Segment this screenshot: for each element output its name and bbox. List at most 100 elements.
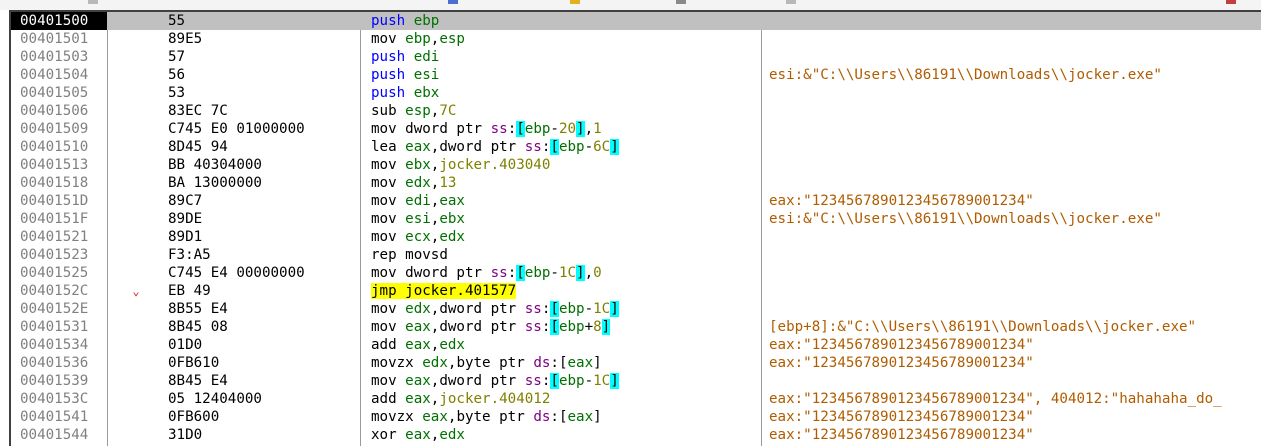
instruction-token: ds [533,355,551,371]
instruction-cell[interactable]: lea eax,dword ptr ss:[ebp-6C] [371,138,619,156]
toolbar-icon[interactable] [448,0,458,4]
instruction-cell[interactable]: mov esi,ebx [371,210,465,228]
instruction-token: jmp [371,283,397,299]
disassembly-row[interactable]: 00401536 0FB610 movzx edx,byte ptr ds:[eax… [11,354,1261,372]
instruction-token [397,373,406,389]
instruction-cell[interactable]: mov ebp,esp [371,30,465,48]
instruction-cell[interactable]: push ebx [371,84,439,102]
disassembly-row[interactable]: 00401521 89D1 mov ecx,edx [11,228,1261,246]
address-cell[interactable]: 0040152E [11,300,107,318]
toolbar-icon[interactable] [570,0,580,4]
instruction-token: esp [405,103,431,119]
address-cell[interactable]: 00401531 [11,318,107,336]
disassembly-row[interactable]: 00401518 BA 13000000 mov edx,13 [11,174,1261,192]
address-cell[interactable]: 0040151F [11,210,107,228]
address-cell[interactable]: 00401541 [11,408,107,426]
address-cell[interactable]: 00401500 [11,12,107,30]
instruction-cell[interactable]: movzx edx,byte ptr ds:[eax] [371,354,602,372]
instruction-token: lea [371,139,397,155]
disassembly-row[interactable]: 00401523 F3:A5 rep movsd [11,246,1261,264]
disassembly-row[interactable]: 00401505 53 push ebx [11,84,1261,102]
address-cell[interactable]: 0040153C [11,390,107,408]
instruction-token: jocker.401577 [405,283,517,299]
instruction-cell[interactable]: add eax,jocker.404012 [371,390,550,408]
disassembly-row[interactable]: 00401510 8D45 94 lea eax,dword ptr ss:[ebp… [11,138,1261,156]
instruction-token: esi [413,67,440,83]
address-cell[interactable]: 00401510 [11,138,107,156]
disassembly-row[interactable]: 00401541 0FB600 movzx eax,byte ptr ds:[eax… [11,408,1261,426]
disassembly-row[interactable]: 00401531 8B45 08 mov eax,dword ptr ss:[ebp… [11,318,1261,336]
disassembly-row[interactable]: 00401501 89E5 mov ebp,esp [11,30,1261,48]
instruction-cell[interactable]: rep movsd [371,246,448,264]
branch-arrow-icon [129,318,143,336]
instruction-token [397,31,406,47]
instruction-cell[interactable]: mov eax,dword ptr ss:[ebp-1C] [371,372,619,390]
disassembly-row[interactable]: 00401539 8B45 E4 mov eax,dword ptr ss:[ebp… [11,372,1261,390]
instruction-token [405,85,414,101]
instruction-cell[interactable]: movzx eax,byte ptr ds:[eax] [371,408,602,426]
instruction-cell[interactable]: push ebp [371,12,439,30]
address-cell[interactable]: 00401503 [11,48,107,66]
instruction-cell[interactable]: mov ebx,jocker.403040 [371,156,550,174]
instruction-token: push [371,67,406,83]
disassembly-row[interactable]: 00401513 BB 40304000 mov ebx,jocker.403040 [11,156,1261,174]
disassembly-row[interactable]: 00401503 57 push edi [11,48,1261,66]
address-cell[interactable]: 0040152C [11,282,107,300]
instruction-cell[interactable]: mov edx,dword ptr ss:[ebp-1C] [371,300,619,318]
address-cell[interactable]: 00401525 [11,264,107,282]
toolbar-icon[interactable] [786,0,796,4]
instruction-token: ] [593,355,602,371]
instruction-cell[interactable]: jmp jocker.401577 [371,282,517,300]
address-cell[interactable]: 00401536 [11,354,107,372]
instruction-token: [ [516,265,525,281]
address-cell[interactable]: 00401518 [11,174,107,192]
branch-arrow-icon [129,390,143,408]
address-cell[interactable]: 00401539 [11,372,107,390]
instruction-cell[interactable]: mov dword ptr ss:[ebp-20],1 [371,120,602,138]
disassembly-row[interactable]: 00401506 83EC 7C sub esp,7C [11,102,1261,120]
address-cell[interactable]: 00401513 [11,156,107,174]
address-cell[interactable]: 00401504 [11,66,107,84]
disassembly-view[interactable]: 00401500 55 push ebp 00401501 89E5 mov ebp,es… [9,10,1261,446]
address-cell[interactable]: 00401501 [11,30,107,48]
toolbar-icon[interactable] [676,0,686,4]
instruction-cell[interactable]: mov dword ptr ss:[ebp-1C],0 [371,264,602,282]
disassembly-row[interactable]: 00401509 C745 E0 01000000 mov dword ptr ss… [11,120,1261,138]
address-cell[interactable]: 00401523 [11,246,107,264]
branch-arrow-icon [129,48,143,66]
instruction-token: eax [422,409,448,425]
disassembly-row[interactable]: 0040152E 8B55 E4 mov edx,dword ptr ss:[ebp… [11,300,1261,318]
disassembly-row[interactable]: 00401525 C745 E4 00000000 mov dword ptr ss… [11,264,1261,282]
address-cell[interactable]: 00401534 [11,336,107,354]
jump-highlight: jmp jocker.401577 [371,283,517,299]
disassembly-row[interactable]: 0040153C 05 12404000 add eax,jocker.404012… [11,390,1261,408]
instruction-cell[interactable]: mov edx,13 [371,174,456,192]
instruction-token [397,319,406,335]
instruction-cell[interactable]: xor eax,edx [371,426,465,444]
address-cell[interactable]: 0040151D [11,192,107,210]
instruction-cell[interactable]: push edi [371,48,439,66]
address-cell[interactable]: 00401509 [11,120,107,138]
disassembly-row[interactable]: 0040151D 89C7 mov edi,eax eax:"123456789012… [11,192,1261,210]
instruction-token: movzx [371,409,414,425]
disassembly-row[interactable]: 0040151F 89DE mov esi,ebx esi:&"C:\\Users\\… [11,210,1261,228]
disassembly-row[interactable]: 00401534 01D0 add eax,edx eax:"123456789012… [11,336,1261,354]
instruction-cell[interactable]: sub esp,7C [371,102,456,120]
instruction-cell[interactable]: mov ecx,edx [371,228,465,246]
instruction-cell[interactable]: mov eax,dword ptr ss:[ebp+8] [371,318,611,336]
instruction-cell[interactable]: add eax,edx [371,336,465,354]
address-cell[interactable]: 00401544 [11,426,107,444]
toolbar-icon[interactable] [1226,0,1236,4]
instruction-cell[interactable]: push esi [371,66,439,84]
disassembly-row[interactable]: 00401544 31D0 xor eax,edx eax:"123456789012… [11,426,1261,444]
address-cell[interactable]: 00401506 [11,102,107,120]
address-cell[interactable]: 00401505 [11,84,107,102]
toolbar-icon[interactable] [88,0,98,4]
instruction-token: [ [550,301,559,317]
instruction-token: edi [405,193,431,209]
disassembly-row[interactable]: 00401500 55 push ebp [11,12,1261,30]
instruction-cell[interactable]: mov edi,eax [371,192,465,210]
disassembly-row[interactable]: 00401504 56 push esi esi:&"C:\\Users\\86191… [11,66,1261,84]
disassembly-row[interactable]: 0040152C ⌄ EB 49 jmp jocker.401577 [11,282,1261,300]
address-cell[interactable]: 00401521 [11,228,107,246]
